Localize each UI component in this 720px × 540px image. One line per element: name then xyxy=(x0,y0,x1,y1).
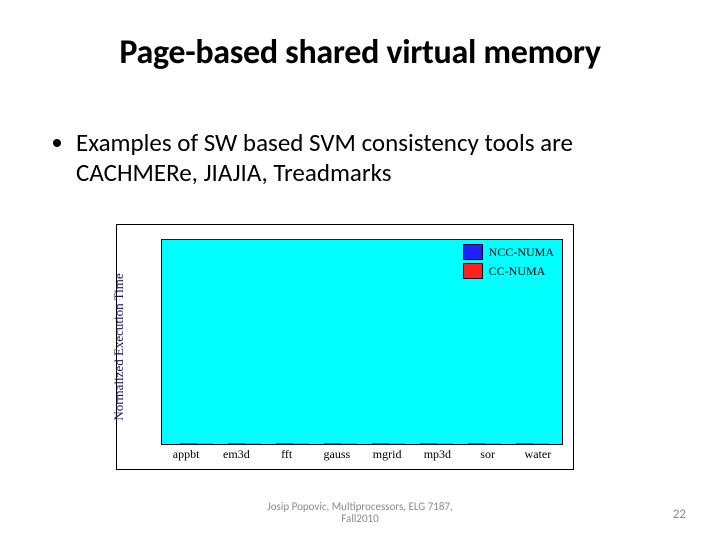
slide: Page-based shared virtual memory Example… xyxy=(0,0,720,540)
bar xyxy=(436,443,452,444)
bar xyxy=(372,443,388,444)
bar xyxy=(196,443,212,444)
bar-group xyxy=(364,443,412,444)
x-tick-label: mgrid xyxy=(362,447,412,465)
x-tick-label: em3d xyxy=(211,447,261,465)
bar xyxy=(276,443,292,444)
footer-line: Fall2010 xyxy=(0,513,720,526)
x-tick-label: sor xyxy=(463,447,513,465)
chart: Normalized Execution Time NCC-NUMA CC-NU… xyxy=(116,224,574,470)
bar-group xyxy=(220,443,268,444)
slide-title: Page-based shared virtual memory xyxy=(0,32,720,73)
bar xyxy=(244,443,260,444)
footer: Josip Popovic, Multiprocessors, ELG 7187… xyxy=(0,501,720,526)
bar xyxy=(180,443,196,444)
bar xyxy=(484,443,500,444)
bar-group xyxy=(268,443,316,444)
bar-group xyxy=(316,443,364,444)
x-axis-labels: appbtem3dfftgaussmgridmp3dsorwater xyxy=(161,447,563,465)
x-tick-label: water xyxy=(513,447,563,465)
bar xyxy=(516,443,532,444)
bar xyxy=(420,443,436,444)
bar-group xyxy=(412,443,460,444)
bar-group xyxy=(460,443,508,444)
x-tick-label: mp3d xyxy=(412,447,462,465)
y-axis-label: Normalized Execution Time xyxy=(111,273,127,420)
bars-container xyxy=(162,240,562,444)
x-tick-label: appbt xyxy=(161,447,211,465)
bar xyxy=(468,443,484,444)
bar xyxy=(340,443,356,444)
x-tick-label: fft xyxy=(262,447,312,465)
bar-group xyxy=(508,443,556,444)
bullet-item: Examples of SW based SVM consistency too… xyxy=(76,128,670,187)
bar xyxy=(388,443,404,444)
x-tick-label: gauss xyxy=(312,447,362,465)
bar-group xyxy=(172,443,220,444)
bar xyxy=(228,443,244,444)
bar xyxy=(324,443,340,444)
body-text: Examples of SW based SVM consistency too… xyxy=(50,128,670,187)
chart-frame: Normalized Execution Time NCC-NUMA CC-NU… xyxy=(116,224,574,470)
plot-area: NCC-NUMA CC-NUMA xyxy=(161,239,563,445)
page-number: 22 xyxy=(673,507,686,522)
bar xyxy=(292,443,308,444)
bar xyxy=(532,443,548,444)
